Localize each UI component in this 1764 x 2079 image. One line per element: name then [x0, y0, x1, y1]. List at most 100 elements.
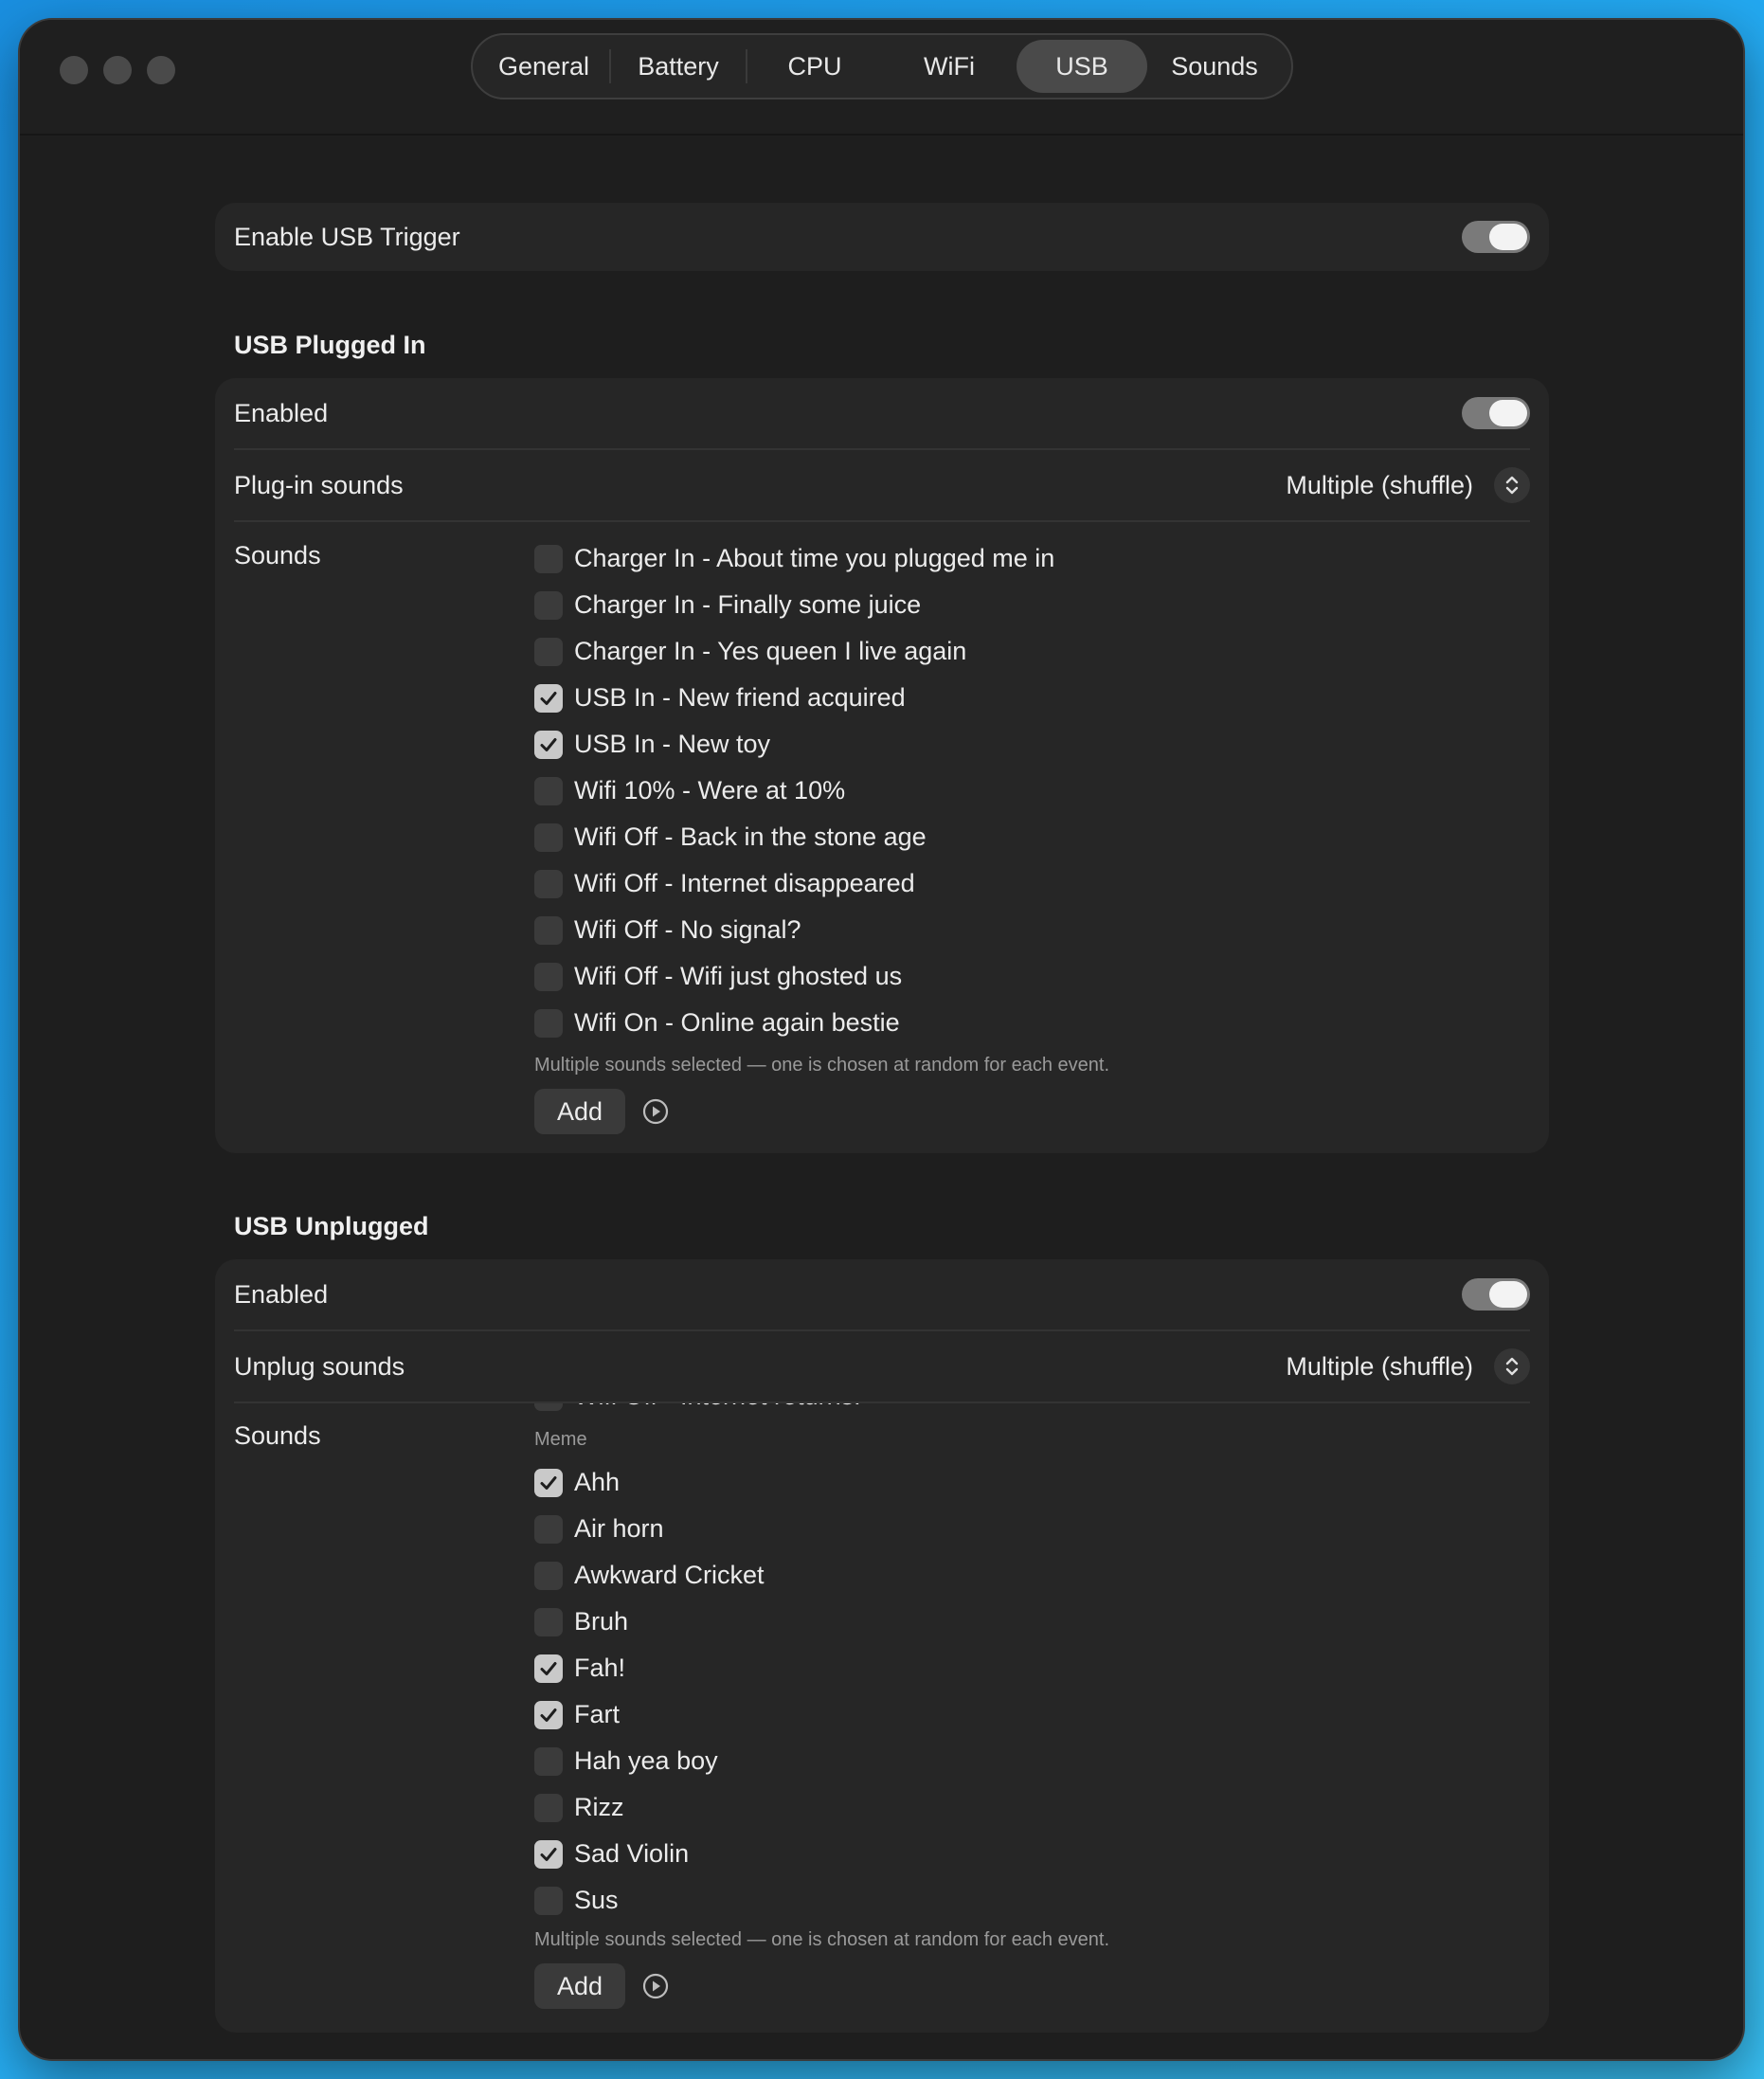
checkbox-checked[interactable] [534, 730, 563, 759]
toggle-knob [1489, 224, 1527, 250]
checkbox[interactable] [534, 1514, 563, 1544]
tab-usb[interactable]: USB [1017, 40, 1147, 93]
minimize-window-button[interactable] [103, 56, 132, 84]
list-item[interactable]: Ahh [534, 1459, 1530, 1506]
checkbox[interactable] [534, 776, 563, 805]
unplug-sounds-popup[interactable]: Multiple (shuffle) [1286, 1348, 1530, 1384]
checkmark-icon [540, 1661, 557, 1675]
tab-sounds[interactable]: Sounds [1147, 40, 1282, 93]
checkbox[interactable] [534, 1886, 563, 1915]
checkbox[interactable] [534, 962, 563, 991]
checkbox[interactable] [534, 590, 563, 620]
plugged-sounds-label: Sounds [234, 541, 321, 569]
enable-trigger-toggle[interactable] [1462, 221, 1530, 253]
checkbox[interactable] [534, 1561, 563, 1590]
checkbox-checked[interactable] [534, 1654, 563, 1683]
item-label: Wifi Off - Internet returns! [574, 1403, 861, 1411]
list-item[interactable]: Wifi On - Online again bestie [534, 1000, 1530, 1046]
checkmark-icon [540, 1475, 557, 1490]
checkbox[interactable] [534, 869, 563, 898]
list-item[interactable]: Air horn [534, 1506, 1530, 1552]
list-item[interactable]: Wifi 10% - Were at 10% [534, 768, 1530, 814]
checkbox-checked[interactable] [534, 1839, 563, 1869]
unplug-sounds-row: Unplug sounds Multiple (shuffle) [234, 1331, 1530, 1401]
unplugged-enabled-label: Enabled [234, 1279, 329, 1309]
checkmark-icon [540, 1708, 557, 1722]
list-item[interactable]: Hah yea boy [534, 1738, 1530, 1784]
usb-settings-pane: Enable USB Trigger USB Plugged In Enable… [20, 136, 1743, 2059]
unplugged-sounds-label: Sounds [234, 1421, 321, 1450]
toggle-knob [1489, 1281, 1527, 1308]
settings-window: General Battery CPU WiFi USB Sounds Enab… [20, 20, 1743, 2059]
checkmark-icon [540, 1847, 557, 1861]
checkbox-checked[interactable] [534, 683, 563, 713]
list-item[interactable]: Charger In - Finally some juice [534, 582, 1530, 628]
list-item[interactable]: Wifi Off - Wifi just ghosted us [534, 953, 1530, 1000]
list-item[interactable]: Charger In - Yes queen I live again [534, 628, 1530, 675]
list-item[interactable]: Awkward Cricket [534, 1552, 1530, 1599]
item-label: Ahh [574, 1468, 621, 1496]
item-label: Charger In - About time you plugged me i… [574, 544, 1055, 572]
plugged-sound-list: Charger In - About time you plugged me i… [534, 535, 1530, 1047]
checkbox[interactable] [534, 1607, 563, 1636]
list-item[interactable]: Sus [534, 1877, 1530, 1923]
group-header-meme: Meme [534, 1428, 587, 1450]
play-preview-icon[interactable] [641, 1097, 670, 1126]
item-label: Rizz [574, 1793, 624, 1821]
plugged-add-button[interactable]: Add [534, 1089, 625, 1134]
tab-wifi[interactable]: WiFi [882, 40, 1017, 93]
tab-battery[interactable]: Battery [611, 40, 746, 93]
checkbox[interactable] [534, 1008, 563, 1038]
zoom-window-button[interactable] [147, 56, 175, 84]
item-label: Hah yea boy [574, 1746, 718, 1775]
plugin-sounds-row: Plug-in sounds Multiple (shuffle) [234, 450, 1530, 520]
list-item[interactable]: Charger In - About time you plugged me i… [534, 535, 1530, 582]
plugged-enabled-toggle[interactable] [1462, 397, 1530, 429]
list-item[interactable]: Bruh [534, 1599, 1530, 1645]
unplug-sounds-value: Multiple (shuffle) [1286, 1351, 1473, 1381]
tab-cpu[interactable]: CPU [747, 40, 882, 93]
close-window-button[interactable] [60, 56, 88, 84]
checkbox[interactable] [534, 823, 563, 852]
checkbox[interactable] [534, 1403, 563, 1411]
unplug-sounds-label: Unplug sounds [234, 1351, 405, 1381]
unplugged-card: Enabled Unplug sounds Multiple (shuffle)… [215, 1259, 1549, 2033]
list-item[interactable]: USB In - New toy [534, 721, 1530, 768]
chevron-up-down-icon[interactable] [1494, 1348, 1530, 1384]
plugin-sounds-label: Plug-in sounds [234, 470, 404, 499]
unplugged-sound-list[interactable]: Wifi Off - Internet returns! Meme Ahh Air… [534, 1403, 1530, 1923]
checkbox[interactable] [534, 915, 563, 945]
list-item[interactable]: Wifi Off - No signal? [534, 907, 1530, 953]
item-label: Wifi Off - No signal? [574, 915, 801, 944]
checkbox[interactable] [534, 1793, 563, 1822]
list-item[interactable]: Fart [534, 1691, 1530, 1738]
checkbox[interactable] [534, 544, 563, 573]
list-item[interactable]: USB In - New friend acquired [534, 675, 1530, 721]
item-label: Wifi Off - Wifi just ghosted us [574, 962, 903, 990]
chevron-up-down-icon[interactable] [1494, 467, 1530, 503]
play-preview-icon[interactable] [641, 1972, 670, 2000]
tab-general[interactable]: General [478, 40, 609, 93]
item-label: Wifi On - Online again bestie [574, 1008, 900, 1037]
list-item[interactable]: Wifi Off - Internet disappeared [534, 860, 1530, 907]
unplugged-add-button[interactable]: Add [534, 1963, 625, 2009]
list-item[interactable]: Sad Violin [534, 1831, 1530, 1877]
list-item[interactable]: Fah! [534, 1645, 1530, 1691]
item-label: Wifi Off - Internet disappeared [574, 869, 915, 897]
checkbox[interactable] [534, 637, 563, 666]
item-label: USB In - New friend acquired [574, 683, 906, 712]
item-label: Charger In - Yes queen I live again [574, 637, 967, 665]
list-item[interactable]: Wifi Off - Back in the stone age [534, 814, 1530, 860]
item-label: Bruh [574, 1607, 629, 1636]
plugin-sounds-popup[interactable]: Multiple (shuffle) [1286, 467, 1530, 503]
checkbox-checked[interactable] [534, 1700, 563, 1729]
checkbox-checked[interactable] [534, 1468, 563, 1497]
unplugged-enabled-toggle[interactable] [1462, 1278, 1530, 1311]
item-label: Wifi Off - Back in the stone age [574, 823, 927, 851]
checkbox[interactable] [534, 1746, 563, 1776]
list-item-partial[interactable]: Wifi Off - Internet returns! [534, 1403, 1530, 1419]
enable-trigger-row: Enable USB Trigger [234, 203, 1530, 271]
plugged-enabled-row: Enabled [234, 378, 1530, 448]
list-item[interactable]: Rizz [534, 1784, 1530, 1831]
tab-bar: General Battery CPU WiFi USB Sounds [471, 33, 1293, 99]
